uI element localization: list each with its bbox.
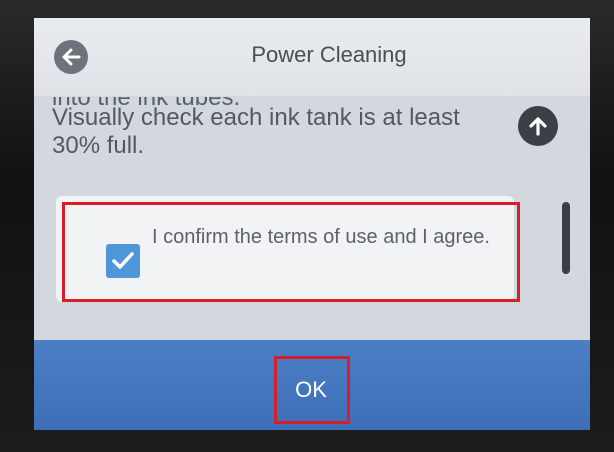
back-button[interactable] [54, 40, 88, 74]
scrollbar-thumb[interactable] [562, 202, 570, 274]
instruction-message: into the ink tubes. Visually check each … [34, 80, 504, 198]
scroll-up-button[interactable] [518, 106, 558, 146]
message-text: Visually check each ink tank is at least… [52, 104, 460, 159]
scrollbar[interactable] [562, 164, 570, 278]
confirm-highlight-box [62, 202, 520, 302]
page-title: Power Cleaning [251, 42, 407, 67]
printer-lcd-screen: Power Cleaning into the ink tubes. Visua… [34, 18, 590, 430]
arrow-up-icon [529, 117, 547, 136]
ok-highlight-box [274, 356, 350, 424]
arrow-left-icon [62, 48, 81, 66]
